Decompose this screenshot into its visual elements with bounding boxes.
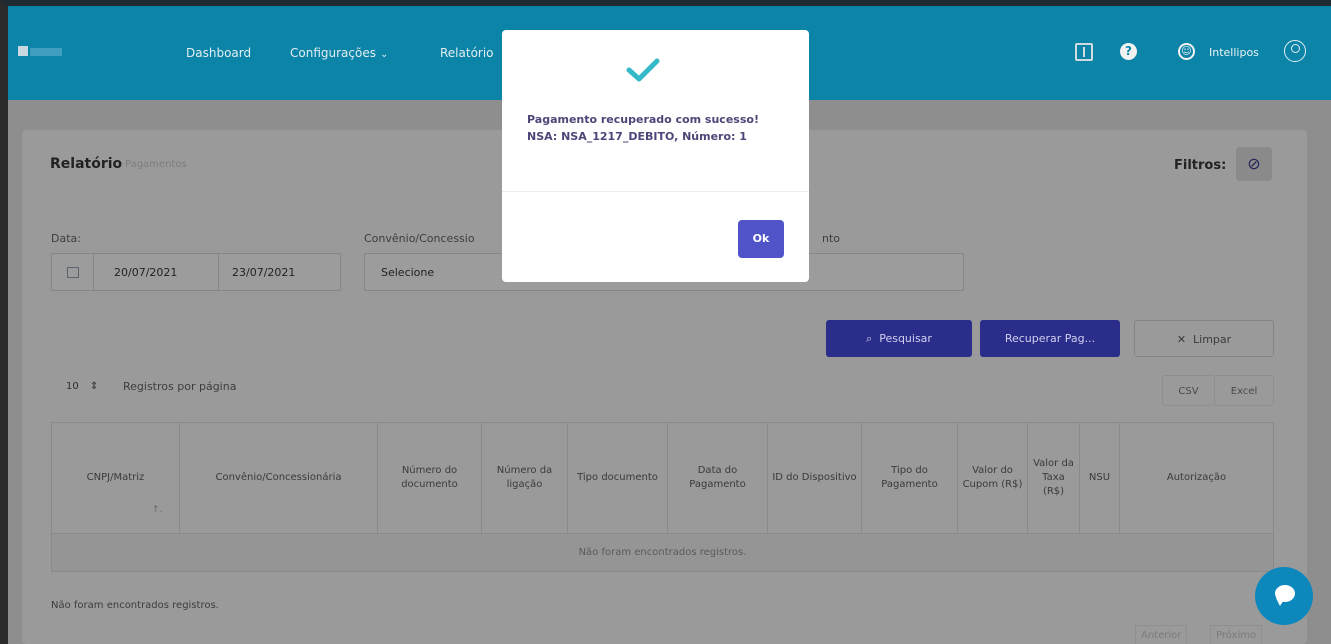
- column-header[interactable]: Número da ligação: [482, 423, 568, 533]
- payments-table: CNPJ/Matriz ↑. Convênio/Concessionária N…: [51, 422, 1274, 572]
- date-range-field[interactable]: 20/07/2021 23/07/2021: [51, 253, 341, 291]
- select-placeholder: Selecione: [381, 266, 435, 279]
- date-label: Data:: [51, 232, 81, 245]
- apps-grid-icon[interactable]: [1075, 43, 1093, 61]
- convenio-label: Convênio/Concessio: [364, 232, 475, 245]
- search-button[interactable]: ⌕ Pesquisar: [826, 320, 972, 357]
- checkmark-icon: [626, 58, 660, 82]
- column-header[interactable]: CNPJ/Matriz: [52, 423, 180, 533]
- smile-icon[interactable]: ☺: [1178, 43, 1195, 60]
- user-name[interactable]: Intellipos: [1209, 46, 1259, 59]
- date-to-value[interactable]: 23/07/2021: [232, 266, 295, 279]
- chevron-down-icon: ⌄: [379, 49, 389, 60]
- clear-button-label: Limpar: [1193, 333, 1232, 346]
- sort-up-icon[interactable]: ↑.: [152, 505, 162, 515]
- ok-button[interactable]: Ok: [738, 220, 784, 258]
- date-from-value[interactable]: 20/07/2021: [114, 266, 177, 279]
- export-excel-button[interactable]: Excel: [1214, 375, 1274, 406]
- filters-label: Filtros:: [1174, 158, 1227, 173]
- eye-slash-icon: ⊘: [1247, 154, 1261, 173]
- calendar-icon: [67, 267, 79, 278]
- previous-page-button[interactable]: Anterior: [1135, 625, 1188, 644]
- column-header[interactable]: Convênio/Concessionária: [180, 423, 378, 533]
- logo[interactable]: [18, 46, 64, 60]
- next-page-button[interactable]: Próximo: [1210, 625, 1263, 644]
- column-header[interactable]: Data do Pagamento: [668, 423, 768, 533]
- page-title: Relatório: [50, 156, 123, 172]
- recover-payment-button[interactable]: Recuperar Pag...: [980, 320, 1120, 357]
- column-header[interactable]: ID do Dispositivo: [768, 423, 862, 533]
- column-header[interactable]: Valor do Cupom (R$): [958, 423, 1028, 533]
- tipo-label: nto: [822, 232, 841, 245]
- column-header[interactable]: Número do documento: [378, 423, 482, 533]
- per-page-label: Registros por página: [123, 380, 237, 393]
- modal-message: Pagamento recuperado com sucesso! NSA: N…: [527, 113, 759, 143]
- column-header[interactable]: Autorização: [1120, 423, 1273, 533]
- empty-table-row: Não foram encontrados registros.: [52, 533, 1273, 571]
- chat-bubble-icon[interactable]: [1255, 567, 1313, 625]
- nav-configuracoes[interactable]: Configurações ⌄: [290, 46, 388, 60]
- per-page-select[interactable]: 10 ⇕: [54, 376, 118, 398]
- divider: [218, 254, 219, 290]
- nav-dashboard[interactable]: Dashboard: [186, 46, 251, 60]
- help-icon[interactable]: ?: [1120, 43, 1137, 60]
- page-subtitle: Pagamentos: [125, 159, 187, 170]
- column-header[interactable]: NSU: [1080, 423, 1120, 533]
- column-header[interactable]: Tipo do Pagamento: [862, 423, 958, 533]
- footer-info: Não foram encontrados registros.: [51, 600, 219, 611]
- column-header[interactable]: Tipo documento: [568, 423, 668, 533]
- export-csv-button[interactable]: CSV: [1162, 375, 1215, 406]
- search-icon: ⌕: [866, 332, 873, 345]
- column-header[interactable]: Valor da Taxa (R$): [1028, 423, 1080, 533]
- user-avatar-icon[interactable]: [1284, 40, 1306, 62]
- clear-button[interactable]: ✕ Limpar: [1134, 320, 1274, 357]
- close-icon: ✕: [1176, 333, 1187, 346]
- success-modal: Pagamento recuperado com sucesso! NSA: N…: [502, 30, 809, 282]
- search-button-label: Pesquisar: [879, 332, 932, 345]
- divider: [502, 191, 809, 192]
- nav-relatorio[interactable]: Relatório: [440, 46, 494, 60]
- hide-filters-button[interactable]: ⊘: [1236, 147, 1272, 181]
- per-page-value: 10: [66, 381, 79, 392]
- nav-configuracoes-label: Configurações: [290, 46, 376, 60]
- divider: [93, 254, 94, 290]
- sort-arrows-icon: ⇕: [90, 381, 99, 392]
